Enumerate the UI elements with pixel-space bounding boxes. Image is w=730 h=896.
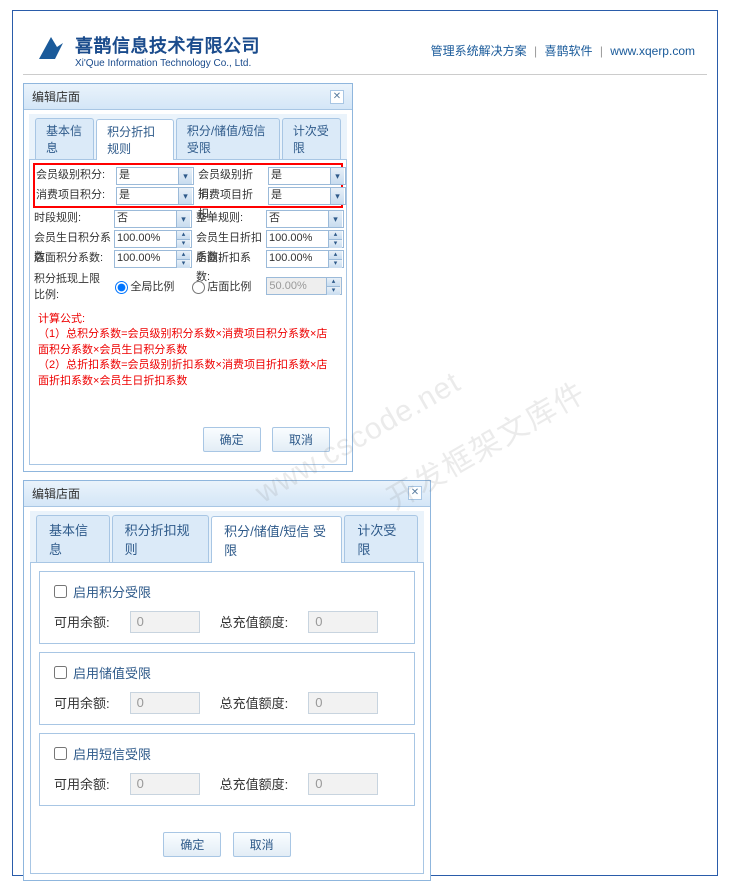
ok-button-2[interactable]: 确定 — [163, 832, 221, 857]
input-birthday-discount-coef[interactable]: 100.00%▴▾ — [266, 230, 344, 248]
label-whole-order-rule: 整单规则: — [196, 209, 264, 228]
input-store-points-coef[interactable]: 100.00%▴▾ — [114, 250, 192, 268]
label-available-balance-1: 可用余额: — [54, 693, 110, 712]
company-name-en: Xi'Que Information Technology Co., Ltd. — [75, 58, 260, 69]
select-member-level-points[interactable]: 是▾ — [116, 167, 194, 185]
input-total-0 — [308, 611, 378, 633]
label-store-points-coef: 店面积分系数: — [34, 249, 112, 268]
close-icon[interactable]: ✕ — [330, 90, 344, 104]
dialog2-tabs: 基本信息 积分折扣规则 积分/储值/短信 受限 计次受限 — [30, 511, 424, 563]
ok-button[interactable]: 确定 — [203, 427, 261, 452]
section-sms-limit: 启用短信受限 可用余额: 总充值额度: — [39, 733, 415, 806]
label-total-recharge-1: 总充值额度: — [220, 693, 289, 712]
label-points-cash-ratio: 积分抵现上限比例: — [34, 270, 109, 302]
label-member-level-discount: 会员级别折扣: — [198, 166, 266, 185]
label-enable-recharge-limit: 启用储值受限 — [73, 663, 151, 682]
bird-icon — [33, 31, 69, 70]
label-consume-item-points: 消费项目积分: — [36, 186, 114, 205]
select-consume-item-discount[interactable]: 是▾ — [268, 187, 346, 205]
select-consume-item-points[interactable]: 是▾ — [116, 187, 194, 205]
label-enable-sms-limit: 启用短信受限 — [73, 744, 151, 763]
input-total-2 — [308, 773, 378, 795]
dialog1-tabs: 基本信息 积分折扣规则 积分/储值/短信 受限 计次受限 — [29, 114, 347, 160]
label-enable-points-limit: 启用积分受限 — [73, 582, 151, 601]
label-member-level-points: 会员级别积分: — [36, 166, 114, 185]
select-member-level-discount[interactable]: 是▾ — [268, 167, 346, 185]
label-store-discount-coef: 店面折扣系数: — [196, 249, 264, 268]
section-recharge-limit: 启用储值受限 可用余额: 总充值额度: — [39, 652, 415, 725]
header-links: 管理系统解决方案 | 喜鹊软件 | www.xqerp.com — [429, 42, 697, 59]
label-available-balance-0: 可用余额: — [54, 612, 110, 631]
highlighted-row-group: 会员级别积分: 是▾ 会员级别折扣: 是▾ 消费项目积分: 是▾ 消费项目折扣:… — [33, 163, 343, 208]
checkbox-enable-recharge-limit[interactable] — [54, 666, 67, 679]
dialog1-title: 编辑店面 — [32, 88, 80, 105]
close-icon[interactable]: ✕ — [408, 486, 422, 500]
input-store-discount-coef[interactable]: 100.00%▴▾ — [266, 250, 344, 268]
label-birthday-points-coef: 会员生日积分系数: — [34, 229, 112, 248]
label-available-balance-2: 可用余额: — [54, 774, 110, 793]
formula-text: 计算公式: （1）总积分系数=会员级别积分系数×消费项目积分系数×店面积分系数×… — [34, 308, 342, 393]
radio-store-ratio[interactable]: 店面比例 — [192, 278, 251, 294]
tab-points-recharge-sms-limit[interactable]: 积分/储值/短信 受限 — [176, 118, 280, 159]
dialog2-title: 编辑店面 — [32, 485, 80, 502]
dialog-edit-store-2: 编辑店面 ✕ 基本信息 积分折扣规则 积分/储值/短信 受限 计次受限 启用积分… — [23, 480, 431, 881]
tab-count-limit[interactable]: 计次受限 — [282, 118, 341, 159]
tab-basic-info-2[interactable]: 基本信息 — [36, 515, 110, 562]
input-avail-0 — [130, 611, 200, 633]
checkbox-enable-sms-limit[interactable] — [54, 747, 67, 760]
cancel-button[interactable]: 取消 — [272, 427, 330, 452]
label-birthday-discount-coef: 会员生日折扣系数: — [196, 229, 264, 248]
tab-points-discount-rules-2[interactable]: 积分折扣规则 — [112, 515, 209, 562]
link-software[interactable]: 喜鹊软件 — [544, 44, 592, 58]
input-total-1 — [308, 692, 378, 714]
header: 喜鹊信息技术有限公司 Xi'Que Information Technology… — [23, 21, 707, 75]
link-url[interactable]: www.xqerp.com — [610, 44, 695, 58]
tab-count-limit-2[interactable]: 计次受限 — [344, 515, 418, 562]
section-points-limit: 启用积分受限 可用余额: 总充值额度: — [39, 571, 415, 644]
checkbox-enable-points-limit[interactable] — [54, 585, 67, 598]
select-time-rule[interactable]: 否▾ — [114, 210, 192, 228]
link-solution[interactable]: 管理系统解决方案 — [431, 44, 527, 58]
radio-global-ratio[interactable]: 全局比例 — [115, 278, 174, 294]
label-total-recharge-2: 总充值额度: — [220, 774, 289, 793]
tab-points-discount-rules[interactable]: 积分折扣规则 — [96, 119, 174, 160]
company-name-cn: 喜鹊信息技术有限公司 — [75, 32, 260, 58]
input-avail-1 — [130, 692, 200, 714]
cancel-button-2[interactable]: 取消 — [233, 832, 291, 857]
tab-basic-info[interactable]: 基本信息 — [35, 118, 94, 159]
logo: 喜鹊信息技术有限公司 Xi'Que Information Technology… — [33, 31, 260, 70]
select-whole-order-rule[interactable]: 否▾ — [266, 210, 344, 228]
label-total-recharge-0: 总充值额度: — [220, 612, 289, 631]
input-birthday-points-coef[interactable]: 100.00%▴▾ — [114, 230, 192, 248]
label-time-rule: 时段规则: — [34, 209, 112, 228]
label-consume-item-discount: 消费项目折扣: — [198, 186, 266, 205]
input-store-ratio: 50.00%▴▾ — [266, 277, 342, 295]
dialog-edit-store-1: 编辑店面 ✕ 基本信息 积分折扣规则 积分/储值/短信 受限 计次受限 会员级别… — [23, 83, 353, 472]
tab-points-recharge-sms-limit-2[interactable]: 积分/储值/短信 受限 — [211, 516, 342, 563]
input-avail-2 — [130, 773, 200, 795]
